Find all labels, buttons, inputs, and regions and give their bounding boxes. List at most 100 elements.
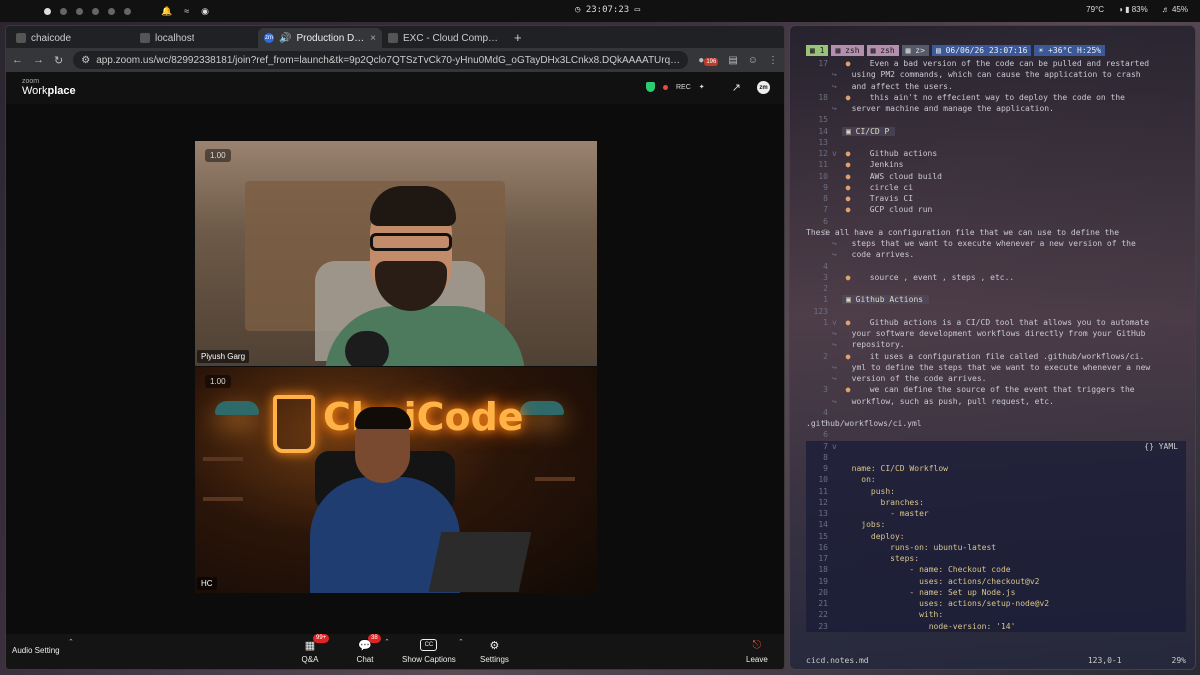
- audio-caret-icon[interactable]: ⌃: [68, 638, 74, 646]
- editor-line[interactable]: ↪ code arrives.: [806, 249, 1186, 260]
- captions-caret-icon[interactable]: ⌃: [458, 638, 464, 646]
- tab-localhost[interactable]: localhost: [134, 28, 258, 48]
- code-line[interactable]: 15 deploy:: [806, 530, 1186, 542]
- recording-indicator[interactable]: REC ✦: [646, 82, 705, 92]
- editor-line[interactable]: 12 v ● Github actions: [806, 148, 1186, 159]
- code-line[interactable]: 10 on:: [806, 474, 1186, 486]
- close-tab-icon[interactable]: ×: [370, 33, 376, 44]
- editor-line[interactable]: ↪ server machine and manage the applicat…: [806, 103, 1186, 114]
- workspace-dot[interactable]: [108, 7, 115, 15]
- discord-icon[interactable]: ◉: [201, 6, 209, 17]
- editor-line[interactable]: ↪ version of the code arrives.: [806, 373, 1186, 384]
- url-input[interactable]: ⚙ app.zoom.us/wc/82992338181/join?ref_fr…: [73, 51, 689, 69]
- chat-button[interactable]: 💬 38 Chat: [356, 634, 381, 664]
- editor-line[interactable]: 3 ● we can define the source of the even…: [806, 384, 1186, 395]
- code-line[interactable]: 9 name: CI/CD Workflow: [806, 463, 1186, 475]
- editor-line[interactable]: 6: [806, 216, 1186, 227]
- editor-line[interactable]: 3 ● source , event , steps , etc..: [806, 272, 1186, 283]
- editor-line[interactable]: 4: [806, 261, 1186, 272]
- reload-icon[interactable]: ↻: [54, 54, 63, 67]
- editor-line[interactable]: 1v ● Github actions is a CI/CD tool that…: [806, 317, 1186, 328]
- editor-line[interactable]: 1 ▣ Github Actions: [806, 294, 1186, 305]
- back-arrow-icon[interactable]: ←: [12, 54, 23, 66]
- puzzle-icon[interactable]: ▤: [728, 55, 737, 66]
- editor-line[interactable]: 123: [806, 306, 1186, 317]
- tab-production-deploy[interactable]: zm 🔊 Production Deplo ×: [258, 28, 382, 48]
- zoom-app-badge[interactable]: zm: [757, 81, 770, 94]
- leave-button[interactable]: ⎋ Leave: [746, 638, 768, 665]
- code-line[interactable]: 12 branches:: [806, 496, 1186, 508]
- code-line[interactable]: 16 runs-on: ubuntu-latest: [806, 541, 1186, 553]
- code-line[interactable]: 14 jobs:: [806, 519, 1186, 531]
- settings-button[interactable]: ⚙ Settings: [480, 638, 509, 665]
- workspace-dot[interactable]: [124, 7, 131, 15]
- chat-caret-icon[interactable]: ⌃: [384, 638, 390, 646]
- code-line[interactable]: 18 - name: Checkout code: [806, 564, 1186, 576]
- code-line[interactable]: 8: [806, 451, 1186, 463]
- editor-line[interactable]: ↪ workflow, such as push, pull request, …: [806, 396, 1186, 407]
- editor-line[interactable]: 2: [806, 283, 1186, 294]
- audio-playing-icon[interactable]: 🔊: [279, 33, 291, 44]
- profile-icon[interactable]: ☺: [748, 55, 758, 66]
- editor-line[interactable]: 17 ● Even a bad version of the code can …: [806, 58, 1186, 69]
- editor-buffer[interactable]: 17 ● Even a bad version of the code can …: [806, 58, 1186, 632]
- workspace-indicators[interactable]: [44, 7, 131, 15]
- editor-line[interactable]: 2 ● it uses a configuration file called …: [806, 351, 1186, 362]
- wifi-icon[interactable]: ≈: [184, 6, 189, 17]
- bell-icon[interactable]: 🔔: [161, 6, 172, 17]
- forward-arrow-icon[interactable]: →: [33, 54, 44, 66]
- editor-line[interactable]: 4: [806, 407, 1186, 418]
- code-line[interactable]: 21 uses: actions/setup-node@v2: [806, 598, 1186, 610]
- tmux-pane-zsh-2[interactable]: ▦ zsh: [866, 45, 899, 56]
- code-line[interactable]: 19 uses: actions/checkout@v2: [806, 575, 1186, 587]
- workspace-dot-active[interactable]: [44, 7, 51, 15]
- code-line[interactable]: 13 - master: [806, 508, 1186, 520]
- workspace-dot[interactable]: [92, 7, 99, 15]
- editor-line[interactable]: ↪ using PM2 commands, which can cause th…: [806, 69, 1186, 80]
- editor-line[interactable]: ↪ yml to define the steps that we want t…: [806, 362, 1186, 373]
- extension-icon[interactable]: ● 196: [698, 55, 719, 66]
- editor-line[interactable]: ↪ steps that we want to execute whenever…: [806, 238, 1186, 249]
- editor-line[interactable]: ↪ repository.: [806, 339, 1186, 350]
- editor-line[interactable]: 7 ● GCP cloud run: [806, 204, 1186, 215]
- editor-line[interactable]: 10 ● AWS cloud build: [806, 171, 1186, 182]
- audio-setting-button[interactable]: Audio Setting: [12, 646, 60, 655]
- code-line[interactable]: 17 steps:: [806, 553, 1186, 565]
- fullscreen-icon[interactable]: ↗: [732, 81, 741, 94]
- editor-line[interactable]: 15: [806, 114, 1186, 125]
- code-line[interactable]: 22 with:: [806, 609, 1186, 621]
- fold-marker-icon[interactable]: v: [832, 441, 837, 452]
- editor-line[interactable]: ↪ your software development workflows di…: [806, 328, 1186, 339]
- video-tile-piyush[interactable]: 1.00 Piyush Garg: [195, 141, 597, 366]
- code-line[interactable]: 7 v {} YAML: [806, 440, 1186, 452]
- video-tile-hc[interactable]: ChaiCode 1.00 HC: [195, 367, 597, 593]
- editor-line[interactable]: 8 ● Travis CI: [806, 193, 1186, 204]
- editor-line[interactable]: 9 ● circle ci: [806, 182, 1186, 193]
- sparkle-icon[interactable]: ✦: [699, 83, 705, 91]
- tmux-window-index[interactable]: ▦ 1: [806, 45, 829, 56]
- tab-cloud-computing[interactable]: EXC - Cloud Computin: [382, 28, 506, 48]
- tmux-pane-z[interactable]: ▦ z>: [901, 45, 929, 56]
- site-info-icon[interactable]: ⚙: [81, 55, 90, 66]
- new-tab-button[interactable]: +: [506, 28, 530, 48]
- code-line[interactable]: 20 - name: Set up Node.js: [806, 586, 1186, 598]
- editor-line[interactable]: 18 ● this ain't no effecient way to depl…: [806, 92, 1186, 103]
- workspace-dot[interactable]: [60, 7, 67, 15]
- editor-line[interactable]: 5 .github/workflows/ci.yml: [806, 418, 1186, 429]
- editor-line[interactable]: ↪ and affect the users.: [806, 81, 1186, 92]
- tab-chaicode[interactable]: chaicode: [10, 28, 134, 48]
- code-line[interactable]: 11 push:: [806, 485, 1186, 497]
- workspace-dot[interactable]: [76, 7, 83, 15]
- qa-button[interactable]: ▦ 99+ Q&A: [301, 634, 330, 664]
- volume-readout[interactable]: ♬ 45%: [1162, 5, 1188, 14]
- terminal-window[interactable]: ▦ 1 ▦ zsh ▦ zsh ▦ z> ▤ 06/06/26 23:07:16…: [789, 25, 1196, 670]
- editor-line[interactable]: 5 These all have a configuration file tha…: [806, 227, 1186, 238]
- editor-line[interactable]: 14 ▣ CI/CD P: [806, 126, 1186, 137]
- editor-line[interactable]: 13: [806, 137, 1186, 148]
- show-captions-button[interactable]: CC Show Captions: [402, 638, 456, 664]
- editor-line[interactable]: 11 ● Jenkins: [806, 159, 1186, 170]
- menu-kebab-icon[interactable]: ⋮: [768, 55, 778, 66]
- code-line[interactable]: 23 node-version: '14': [806, 620, 1186, 632]
- tmux-pane-zsh-1[interactable]: ▦ zsh: [831, 45, 864, 56]
- editor-line[interactable]: 6: [806, 429, 1186, 440]
